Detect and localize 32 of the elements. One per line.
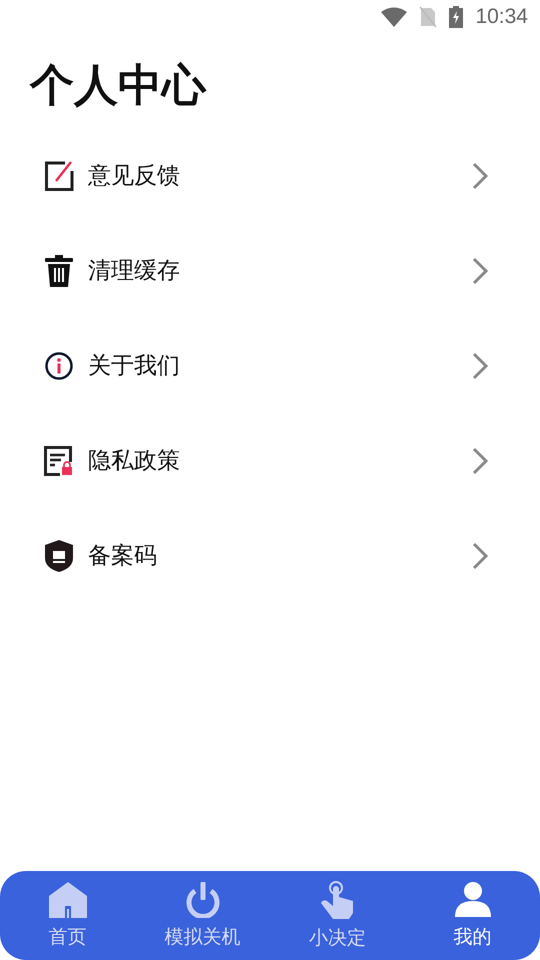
menu-item[interactable]: 意见反馈 — [0, 128, 540, 223]
menu-label: 备案码 — [88, 542, 158, 571]
menu-item[interactable]: 隐私政策 — [0, 413, 540, 508]
nav-tab[interactable]: 模拟关机 — [135, 882, 270, 950]
wifi-icon — [381, 7, 408, 27]
menu-item[interactable]: 关于我们 — [0, 318, 540, 413]
nav-tab[interactable]: 首页 — [0, 882, 135, 950]
page-title: 个人中心 — [30, 59, 208, 113]
status-time: 10:34 — [475, 5, 528, 29]
menu-item[interactable]: 备案码 — [0, 508, 540, 603]
trash-icon — [44, 254, 74, 286]
chevron-right-icon — [472, 256, 488, 284]
menu-label: 清理缓存 — [88, 257, 181, 286]
edit-icon — [44, 160, 74, 190]
menu-label: 意见反馈 — [88, 162, 181, 191]
nav-tab[interactable]: 我的 — [405, 882, 540, 950]
menu-label: 隐私政策 — [88, 447, 181, 476]
chevron-right-icon — [472, 446, 488, 474]
nav-tab[interactable]: 小决定 — [270, 880, 405, 950]
no-sim-icon — [419, 6, 438, 28]
home-icon — [48, 882, 86, 918]
menu-label: 关于我们 — [88, 352, 181, 381]
power-icon — [184, 882, 222, 918]
user-icon — [454, 882, 492, 918]
chevron-right-icon — [472, 542, 488, 570]
menu-item[interactable]: 清理缓存 — [0, 223, 540, 318]
info-icon — [44, 352, 74, 380]
shield-icon — [44, 540, 74, 572]
battery-charging-icon — [449, 6, 464, 28]
document-lock-icon — [44, 446, 74, 476]
chevron-right-icon — [472, 352, 488, 380]
chevron-right-icon — [472, 162, 488, 190]
